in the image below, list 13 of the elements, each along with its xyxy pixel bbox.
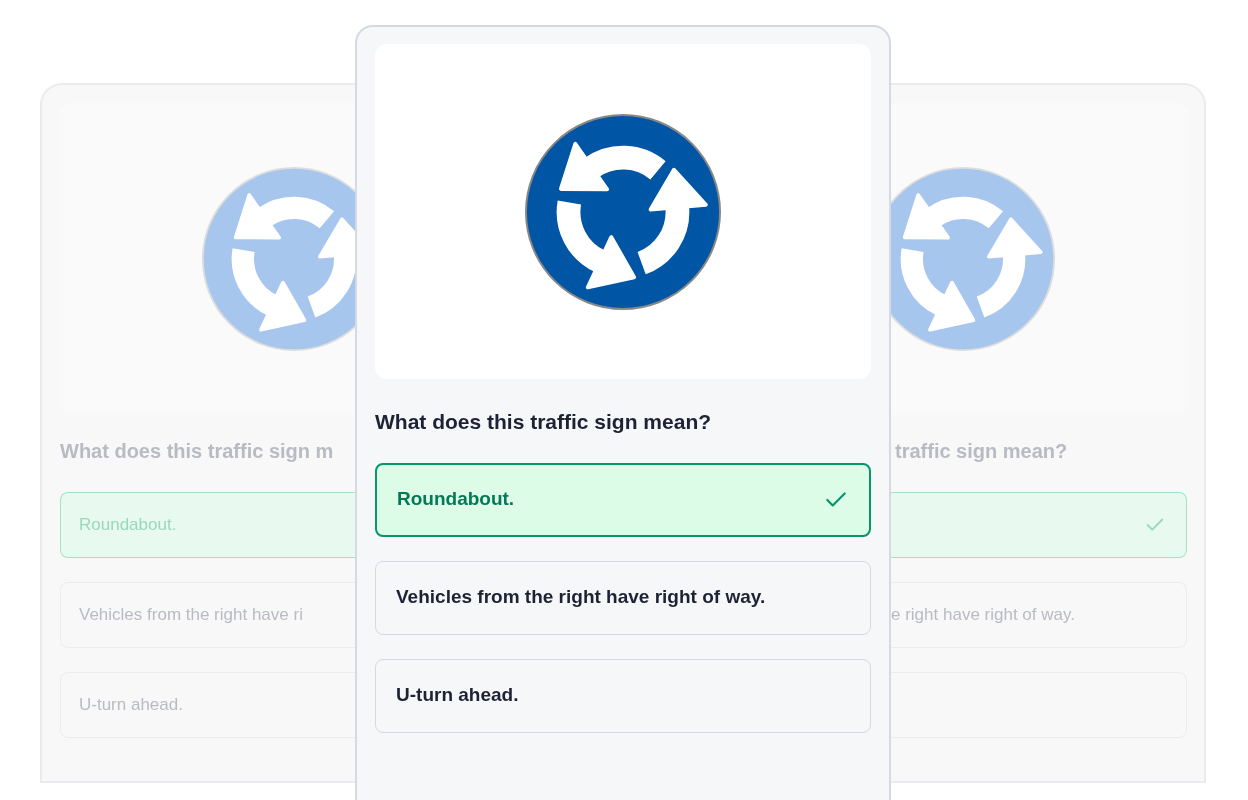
answer-option[interactable] (891, 492, 1187, 558)
question: What does this traffic sign mean? (375, 409, 713, 435)
answer-option[interactable]: U-turn ahead. (375, 658, 871, 733)
question: What does this traffic sign m (60, 439, 335, 464)
answer-option[interactable]: Vehicles from the right have right of way. (375, 560, 871, 635)
answer-option[interactable]: U-turn ahead. (60, 672, 357, 738)
answer-option[interactable]: e right have right of way. (891, 582, 1187, 648)
answer-option[interactable]: Vehicles from the right have ri (60, 582, 357, 648)
answer-option[interactable] (891, 672, 1187, 738)
answer-option[interactable]: Roundabout. (60, 492, 357, 558)
question: traffic sign mean? (894, 439, 1069, 464)
roundabout-sign-icon (524, 112, 722, 311)
answer-option[interactable]: Roundabout. (375, 462, 871, 537)
